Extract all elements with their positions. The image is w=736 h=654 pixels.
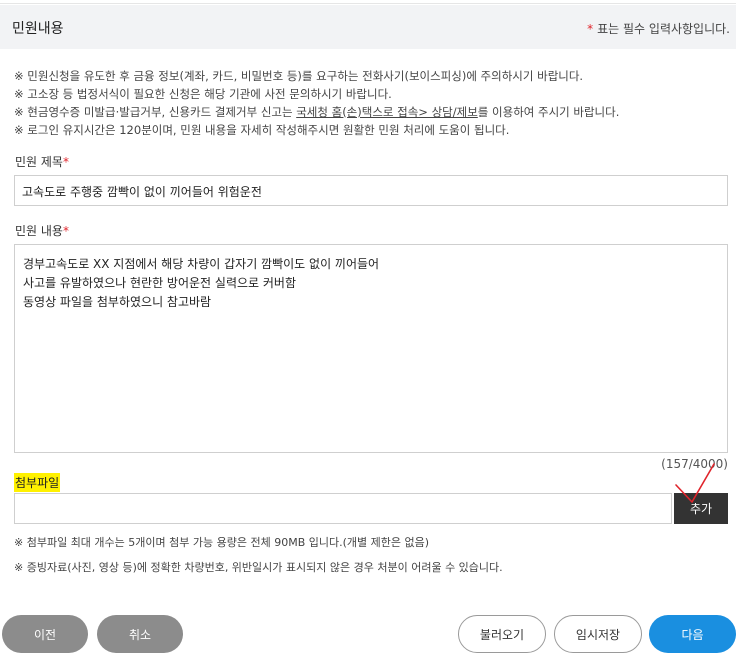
content-required-star: *	[62, 224, 69, 238]
add-file-button[interactable]: 추가	[674, 493, 728, 524]
load-button[interactable]: 불러오기	[458, 615, 546, 653]
char-counter: (157/4000)	[661, 457, 728, 471]
attach-note-2: ※ 증빙자료(사진, 영상 등)에 정확한 차량번호, 위반일시가 표시되지 않…	[14, 561, 503, 574]
attach-label: 첨부파일	[14, 473, 61, 492]
required-notice-text: 표는 필수 입력사항입니다.	[597, 22, 730, 36]
notice-line-3-pre: ※ 현금영수증 미발급·발급거부, 신용카드 결제거부 신고는	[14, 105, 297, 119]
title-label-text: 민원 제목	[15, 155, 63, 169]
content-label-text: 민원 내용	[15, 224, 63, 238]
section-title: 민원내용	[12, 21, 64, 37]
notice-line-3: ※ 현금영수증 미발급·발급거부, 신용카드 결제거부 신고는 국세청 홈(손)…	[14, 103, 619, 121]
notice-line-3-post: 를 이용하여 주시기 바랍니다.	[477, 105, 620, 119]
prev-button[interactable]: 이전	[2, 615, 88, 653]
top-divider	[0, 0, 736, 4]
file-list-box[interactable]	[14, 493, 672, 524]
required-star: *	[587, 22, 594, 36]
hometax-link[interactable]: 국세청 홈(손)택스로 접속> 상담/제보	[296, 105, 478, 119]
title-label: 민원 제목*	[15, 153, 69, 170]
required-notice: * 표는 필수 입력사항입니다.	[587, 20, 730, 37]
title-input[interactable]: 고속도로 주행중 깜빡이 없이 끼어들어 위험운전	[14, 175, 728, 206]
section-header: 민원내용 * 표는 필수 입력사항입니다.	[0, 5, 736, 49]
notice-line-1: ※ 민원신청을 유도한 후 금융 정보(계좌, 카드, 비밀번호 등)를 요구하…	[14, 69, 584, 83]
notice-line-4: ※ 로그인 유지시간은 120분이며, 민원 내용을 자세히 작성해주시면 원활…	[14, 123, 510, 137]
cancel-button[interactable]: 취소	[97, 615, 183, 653]
next-button[interactable]: 다음	[649, 615, 736, 653]
attach-note-1: ※ 첨부파일 최대 개수는 5개이며 첨부 가능 용량은 전체 90MB 입니다…	[14, 536, 430, 549]
notice-line-2: ※ 고소장 등 법정서식이 필요한 신청은 해당 기관에 사전 문의하시기 바랍…	[14, 87, 392, 101]
content-textarea[interactable]: 경부고속도로 XX 지점에서 해당 차량이 갑자기 깜빡이도 없이 끼어들어 사…	[14, 244, 728, 453]
notice-list: ※ 민원신청을 유도한 후 금융 정보(계좌, 카드, 비밀번호 등)를 요구하…	[14, 67, 619, 139]
content-label: 민원 내용*	[15, 222, 69, 239]
temp-save-button[interactable]: 임시저장	[554, 615, 642, 653]
title-required-star: *	[62, 155, 69, 169]
